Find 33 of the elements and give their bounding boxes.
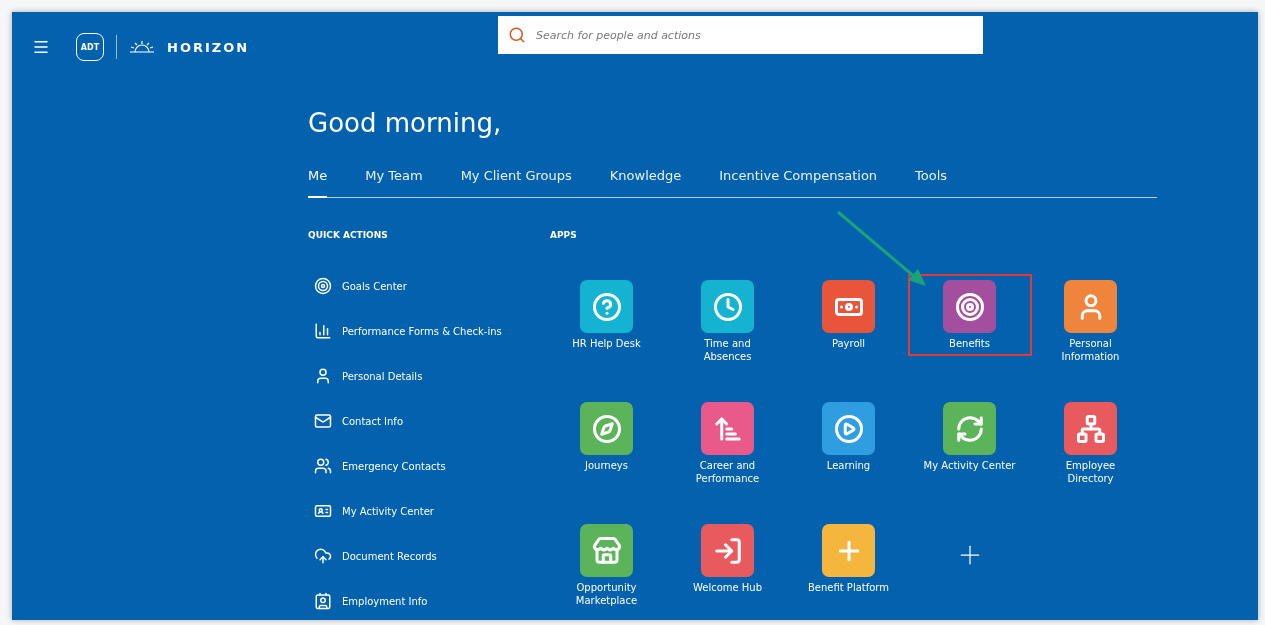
- person-icon: [314, 367, 332, 385]
- sunrise-icon: [129, 40, 155, 54]
- app-tile[interactable]: Benefits: [907, 274, 1032, 356]
- network-icon: [1075, 413, 1106, 444]
- badge-icon: [314, 592, 332, 610]
- envelope-icon: [314, 412, 332, 430]
- quick-action-link[interactable]: Personal Details: [314, 366, 550, 386]
- section-title: APPS: [550, 230, 578, 240]
- logo: ADT: [76, 33, 104, 61]
- search-bar[interactable]: Search for people and actions: [498, 16, 983, 54]
- clock-icon: [712, 291, 743, 322]
- tab[interactable]: Knowledge: [609, 168, 682, 198]
- section-title: QUICK ACTIONS: [308, 230, 389, 240]
- play-icon: [833, 413, 864, 444]
- tab[interactable]: Incentive Compensation: [719, 168, 878, 198]
- menu-icon[interactable]: [32, 38, 50, 56]
- compass-icon: [591, 413, 622, 444]
- cloud-document-icon: [314, 547, 332, 565]
- search-icon: [508, 26, 526, 44]
- tab[interactable]: Me: [308, 168, 328, 198]
- goals-icon: [314, 277, 332, 295]
- greeting: Good morning,: [308, 108, 503, 138]
- tab[interactable]: My Team: [365, 168, 423, 198]
- store-icon: [591, 535, 622, 566]
- target-icon: [954, 291, 985, 322]
- question-icon: [591, 291, 622, 322]
- people-icon: [314, 457, 332, 475]
- tab[interactable]: My Client Groups: [460, 168, 572, 198]
- tab[interactable]: Tools: [915, 168, 948, 198]
- bar-chart-icon: [314, 322, 332, 340]
- badge-icon: [314, 502, 332, 520]
- brand-name: HORIZON: [167, 39, 250, 55]
- quick-action-link[interactable]: My Activity Center: [314, 501, 550, 521]
